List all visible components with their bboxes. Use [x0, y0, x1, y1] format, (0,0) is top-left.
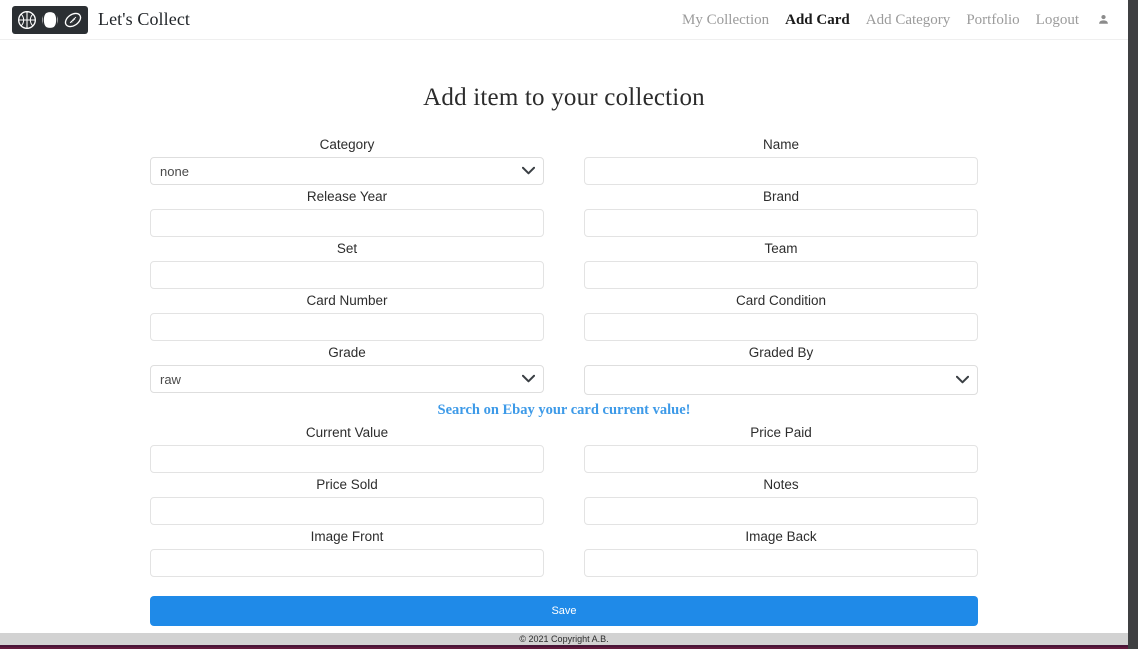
form-row-grade-gradedby: Grade raw Graded By: [150, 341, 978, 395]
form-row-releaseyear-brand: Release Year Brand: [150, 185, 978, 237]
form-row-pricesold-notes: Price Sold Notes: [150, 473, 978, 525]
field-card-number: Card Number: [150, 289, 544, 341]
set-input[interactable]: [150, 261, 544, 289]
field-price-paid: Price Paid: [584, 421, 978, 473]
team-input[interactable]: [584, 261, 978, 289]
label-graded-by: Graded By: [748, 345, 814, 360]
ebay-search-row: Search on Ebay your card current value!: [150, 395, 978, 421]
card-condition-input[interactable]: [584, 313, 978, 341]
form-row-set-team: Set Team: [150, 237, 978, 289]
release-year-input[interactable]: [150, 209, 544, 237]
name-input[interactable]: [584, 157, 978, 185]
brand-link[interactable]: Let's Collect: [12, 5, 191, 34]
nav-item-my-collection[interactable]: My Collection: [674, 10, 777, 30]
image-back-input[interactable]: [584, 549, 978, 577]
label-team: Team: [764, 241, 798, 256]
field-graded-by: Graded By: [584, 341, 978, 395]
field-brand: Brand: [584, 185, 978, 237]
field-current-value: Current Value: [150, 421, 544, 473]
add-card-form: Category none Name Release Year Brand Se…: [150, 112, 978, 626]
graded-by-select[interactable]: [584, 365, 978, 395]
label-set: Set: [336, 241, 358, 256]
field-release-year: Release Year: [150, 185, 544, 237]
user-menu-button[interactable]: [1087, 13, 1114, 26]
ebay-search-link[interactable]: Search on Ebay your card current value!: [438, 402, 691, 418]
field-price-sold: Price Sold: [150, 473, 544, 525]
label-image-front: Image Front: [310, 529, 384, 544]
field-image-front: Image Front: [150, 525, 544, 577]
page-right-edge: [1128, 0, 1138, 649]
label-release-year: Release Year: [306, 189, 388, 204]
field-grade: Grade raw: [150, 341, 544, 395]
save-row: Save: [150, 577, 978, 626]
logo: [12, 5, 88, 34]
label-notes: Notes: [763, 477, 799, 492]
label-category: Category: [319, 137, 375, 152]
price-paid-input[interactable]: [584, 445, 978, 473]
image-front-input[interactable]: [150, 549, 544, 577]
card-number-input[interactable]: [150, 313, 544, 341]
field-notes: Notes: [584, 473, 978, 525]
label-brand: Brand: [762, 189, 800, 204]
label-price-paid: Price Paid: [750, 425, 812, 440]
brand-name: Let's Collect: [98, 9, 191, 29]
label-image-back: Image Back: [745, 529, 817, 544]
basketball-icon: [18, 10, 36, 29]
form-row-cardnumber-condition: Card Number Card Condition: [150, 289, 978, 341]
field-image-back: Image Back: [584, 525, 978, 577]
nav-links: My Collection Add Card Add Category Port…: [674, 10, 1114, 30]
label-price-sold: Price Sold: [316, 477, 378, 492]
form-row-currentvalue-pricepaid: Current Value Price Paid: [150, 421, 978, 473]
football-icon: [64, 12, 82, 27]
baseball-icon: [42, 11, 58, 28]
nav-item-add-card[interactable]: Add Card: [777, 10, 858, 30]
field-category: Category none: [150, 133, 544, 185]
price-sold-input[interactable]: [150, 497, 544, 525]
graded-by-select-wrap: [584, 365, 978, 395]
category-select-wrap: none: [150, 157, 544, 185]
current-value-input[interactable]: [150, 445, 544, 473]
label-current-value: Current Value: [305, 425, 389, 440]
category-select[interactable]: none: [150, 157, 544, 185]
notes-input[interactable]: [584, 497, 978, 525]
field-name: Name: [584, 133, 978, 185]
nav-item-logout[interactable]: Logout: [1028, 10, 1087, 30]
person-icon: [1099, 14, 1108, 24]
label-card-number: Card Number: [306, 293, 388, 308]
label-grade: Grade: [328, 345, 366, 360]
nav-item-add-category[interactable]: Add Category: [858, 10, 959, 30]
field-set: Set: [150, 237, 544, 289]
field-team: Team: [584, 237, 978, 289]
page-root: Let's Collect My Collection Add Card Add…: [0, 0, 1138, 649]
browser-viewport: Let's Collect My Collection Add Card Add…: [0, 0, 1128, 649]
nav-item-portfolio[interactable]: Portfolio: [958, 10, 1027, 30]
form-row-category-name: Category none Name: [150, 133, 978, 185]
main-content: Add item to your collection Category non…: [0, 40, 1128, 626]
field-card-condition: Card Condition: [584, 289, 978, 341]
grade-select-wrap: raw: [150, 365, 544, 393]
brand-input[interactable]: [584, 209, 978, 237]
page-title: Add item to your collection: [423, 84, 705, 111]
form-row-imagefront-imageback: Image Front Image Back: [150, 525, 978, 577]
navbar: Let's Collect My Collection Add Card Add…: [0, 0, 1128, 40]
label-card-condition: Card Condition: [735, 293, 827, 308]
footer: © 2021 Copyright A.B.: [0, 633, 1128, 645]
grade-select[interactable]: raw: [150, 365, 544, 393]
copyright-text: © 2021 Copyright A.B.: [519, 634, 609, 644]
label-name: Name: [762, 137, 799, 152]
save-button[interactable]: Save: [150, 596, 978, 626]
